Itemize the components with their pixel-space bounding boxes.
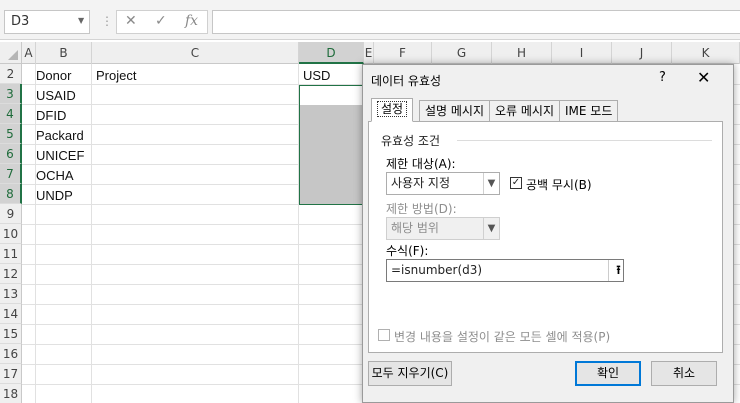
- data-select-value: 해당 범위: [391, 221, 439, 235]
- close-icon[interactable]: ✕: [697, 68, 710, 87]
- row-header-18[interactable]: 18: [0, 384, 22, 403]
- divider: [457, 140, 712, 141]
- cancel-button[interactable]: 취소: [651, 361, 717, 386]
- row-header-5[interactable]: 5: [0, 124, 22, 144]
- row-header-10[interactable]: 10: [0, 224, 22, 244]
- cell-b7[interactable]: OCHA: [32, 166, 74, 186]
- active-cell[interactable]: [300, 86, 363, 105]
- grip-icon: ⋮: [101, 14, 113, 28]
- apply-all-checkbox[interactable]: [378, 329, 390, 341]
- column-header-c[interactable]: C: [92, 42, 299, 64]
- formula-input[interactable]: [212, 10, 740, 34]
- column-header-b[interactable]: B: [36, 42, 92, 64]
- cancel-icon[interactable]: ✕: [125, 13, 137, 29]
- help-icon[interactable]: ?: [659, 70, 666, 85]
- row-header-12[interactable]: 12: [0, 264, 22, 284]
- validation-criteria-heading: 유효성 조건: [381, 134, 441, 148]
- column-header-k[interactable]: K: [672, 42, 740, 64]
- ok-button[interactable]: 확인: [575, 361, 641, 386]
- row-header-4[interactable]: 4: [0, 104, 22, 124]
- column-header-f[interactable]: F: [374, 42, 432, 64]
- formula-field[interactable]: =isnumber(d3): [386, 259, 624, 282]
- formula-tools: ✕ ✓ fx: [116, 10, 208, 34]
- gridline: [91, 64, 92, 403]
- column-header-g[interactable]: G: [432, 42, 492, 64]
- tab-ime-mode[interactable]: IME 모드: [559, 100, 619, 122]
- row-header-14[interactable]: 14: [0, 304, 22, 324]
- tab-settings-label: 설정: [377, 101, 408, 117]
- cell-b8[interactable]: UNDP: [32, 186, 73, 206]
- cell-d2[interactable]: USD: [299, 66, 330, 86]
- column-header-h[interactable]: H: [492, 42, 552, 64]
- column-header-d[interactable]: D: [299, 42, 364, 64]
- data-validation-dialog: 데이터 유효성 ? ✕ 설정 설명 메시지 오류 메시지 IME 모드 유효성 …: [362, 64, 734, 403]
- row-header-3[interactable]: 3: [0, 84, 22, 104]
- row-header-9[interactable]: 9: [0, 204, 22, 224]
- select-all-corner[interactable]: [0, 42, 22, 64]
- formula-label: 수식(F):: [386, 244, 429, 258]
- check-icon[interactable]: ✓: [155, 13, 167, 29]
- tab-input-message[interactable]: 설명 메시지: [419, 100, 491, 122]
- cell-b3[interactable]: USAID: [32, 86, 76, 106]
- row-header-8[interactable]: 8: [0, 184, 22, 204]
- formula-bar: D3 ▼ ⋮ ✕ ✓ fx: [0, 0, 740, 40]
- apply-all-label[interactable]: 변경 내용을 설정이 같은 모든 셀에 적용(P): [394, 328, 610, 345]
- settings-panel: 유효성 조건 제한 대상(A): 사용자 지정 ▼ ✓ 공백 무시(B) 제한 …: [368, 121, 723, 353]
- row-header-6[interactable]: 6: [0, 144, 22, 164]
- dialog-title: 데이터 유효성: [371, 74, 442, 88]
- chevron-down-icon[interactable]: ▼: [78, 16, 84, 25]
- row-header-15[interactable]: 15: [0, 324, 22, 344]
- tab-settings[interactable]: 설정: [371, 98, 414, 122]
- allow-select-value: 사용자 지정: [391, 176, 451, 190]
- data-select[interactable]: 해당 범위 ▼: [386, 217, 500, 240]
- cell-b4[interactable]: DFID: [32, 106, 66, 126]
- function-icon[interactable]: fx: [185, 13, 198, 29]
- cell-c2[interactable]: Project: [92, 66, 136, 86]
- select-all-triangle-icon: [8, 50, 18, 60]
- row-header-17[interactable]: 17: [0, 364, 22, 384]
- cell-b2[interactable]: Donor: [32, 66, 71, 86]
- allow-select[interactable]: 사용자 지정 ▼: [386, 172, 500, 195]
- collapse-dialog-icon[interactable]: ⭱: [608, 260, 628, 281]
- row-header-7[interactable]: 7: [0, 164, 22, 184]
- cell-b5[interactable]: Packard: [32, 126, 84, 146]
- column-header-j[interactable]: J: [612, 42, 672, 64]
- column-header-a[interactable]: A: [22, 42, 36, 64]
- column-header-e[interactable]: E: [364, 42, 374, 64]
- column-header: A B C D E F G H I J K: [0, 42, 740, 64]
- row-header-13[interactable]: 13: [0, 284, 22, 304]
- cell-b6[interactable]: UNICEF: [32, 146, 84, 166]
- data-label: 제한 방법(D):: [386, 202, 457, 216]
- clear-all-button[interactable]: 모두 지우기(C): [368, 361, 452, 386]
- row-header-2[interactable]: 2: [0, 64, 22, 84]
- allow-label: 제한 대상(A):: [386, 157, 456, 171]
- chevron-down-icon[interactable]: ▼: [483, 173, 499, 194]
- row-header-11[interactable]: 11: [0, 244, 22, 264]
- ignore-blank-checkbox[interactable]: ✓: [510, 177, 522, 189]
- tab-error-alert[interactable]: 오류 메시지: [489, 100, 561, 122]
- selected-range[interactable]: [299, 85, 364, 205]
- row-header-16[interactable]: 16: [0, 344, 22, 364]
- chevron-down-icon[interactable]: ▼: [483, 218, 499, 239]
- ignore-blank-label[interactable]: 공백 무시(B): [526, 176, 592, 193]
- column-header-i[interactable]: I: [552, 42, 612, 64]
